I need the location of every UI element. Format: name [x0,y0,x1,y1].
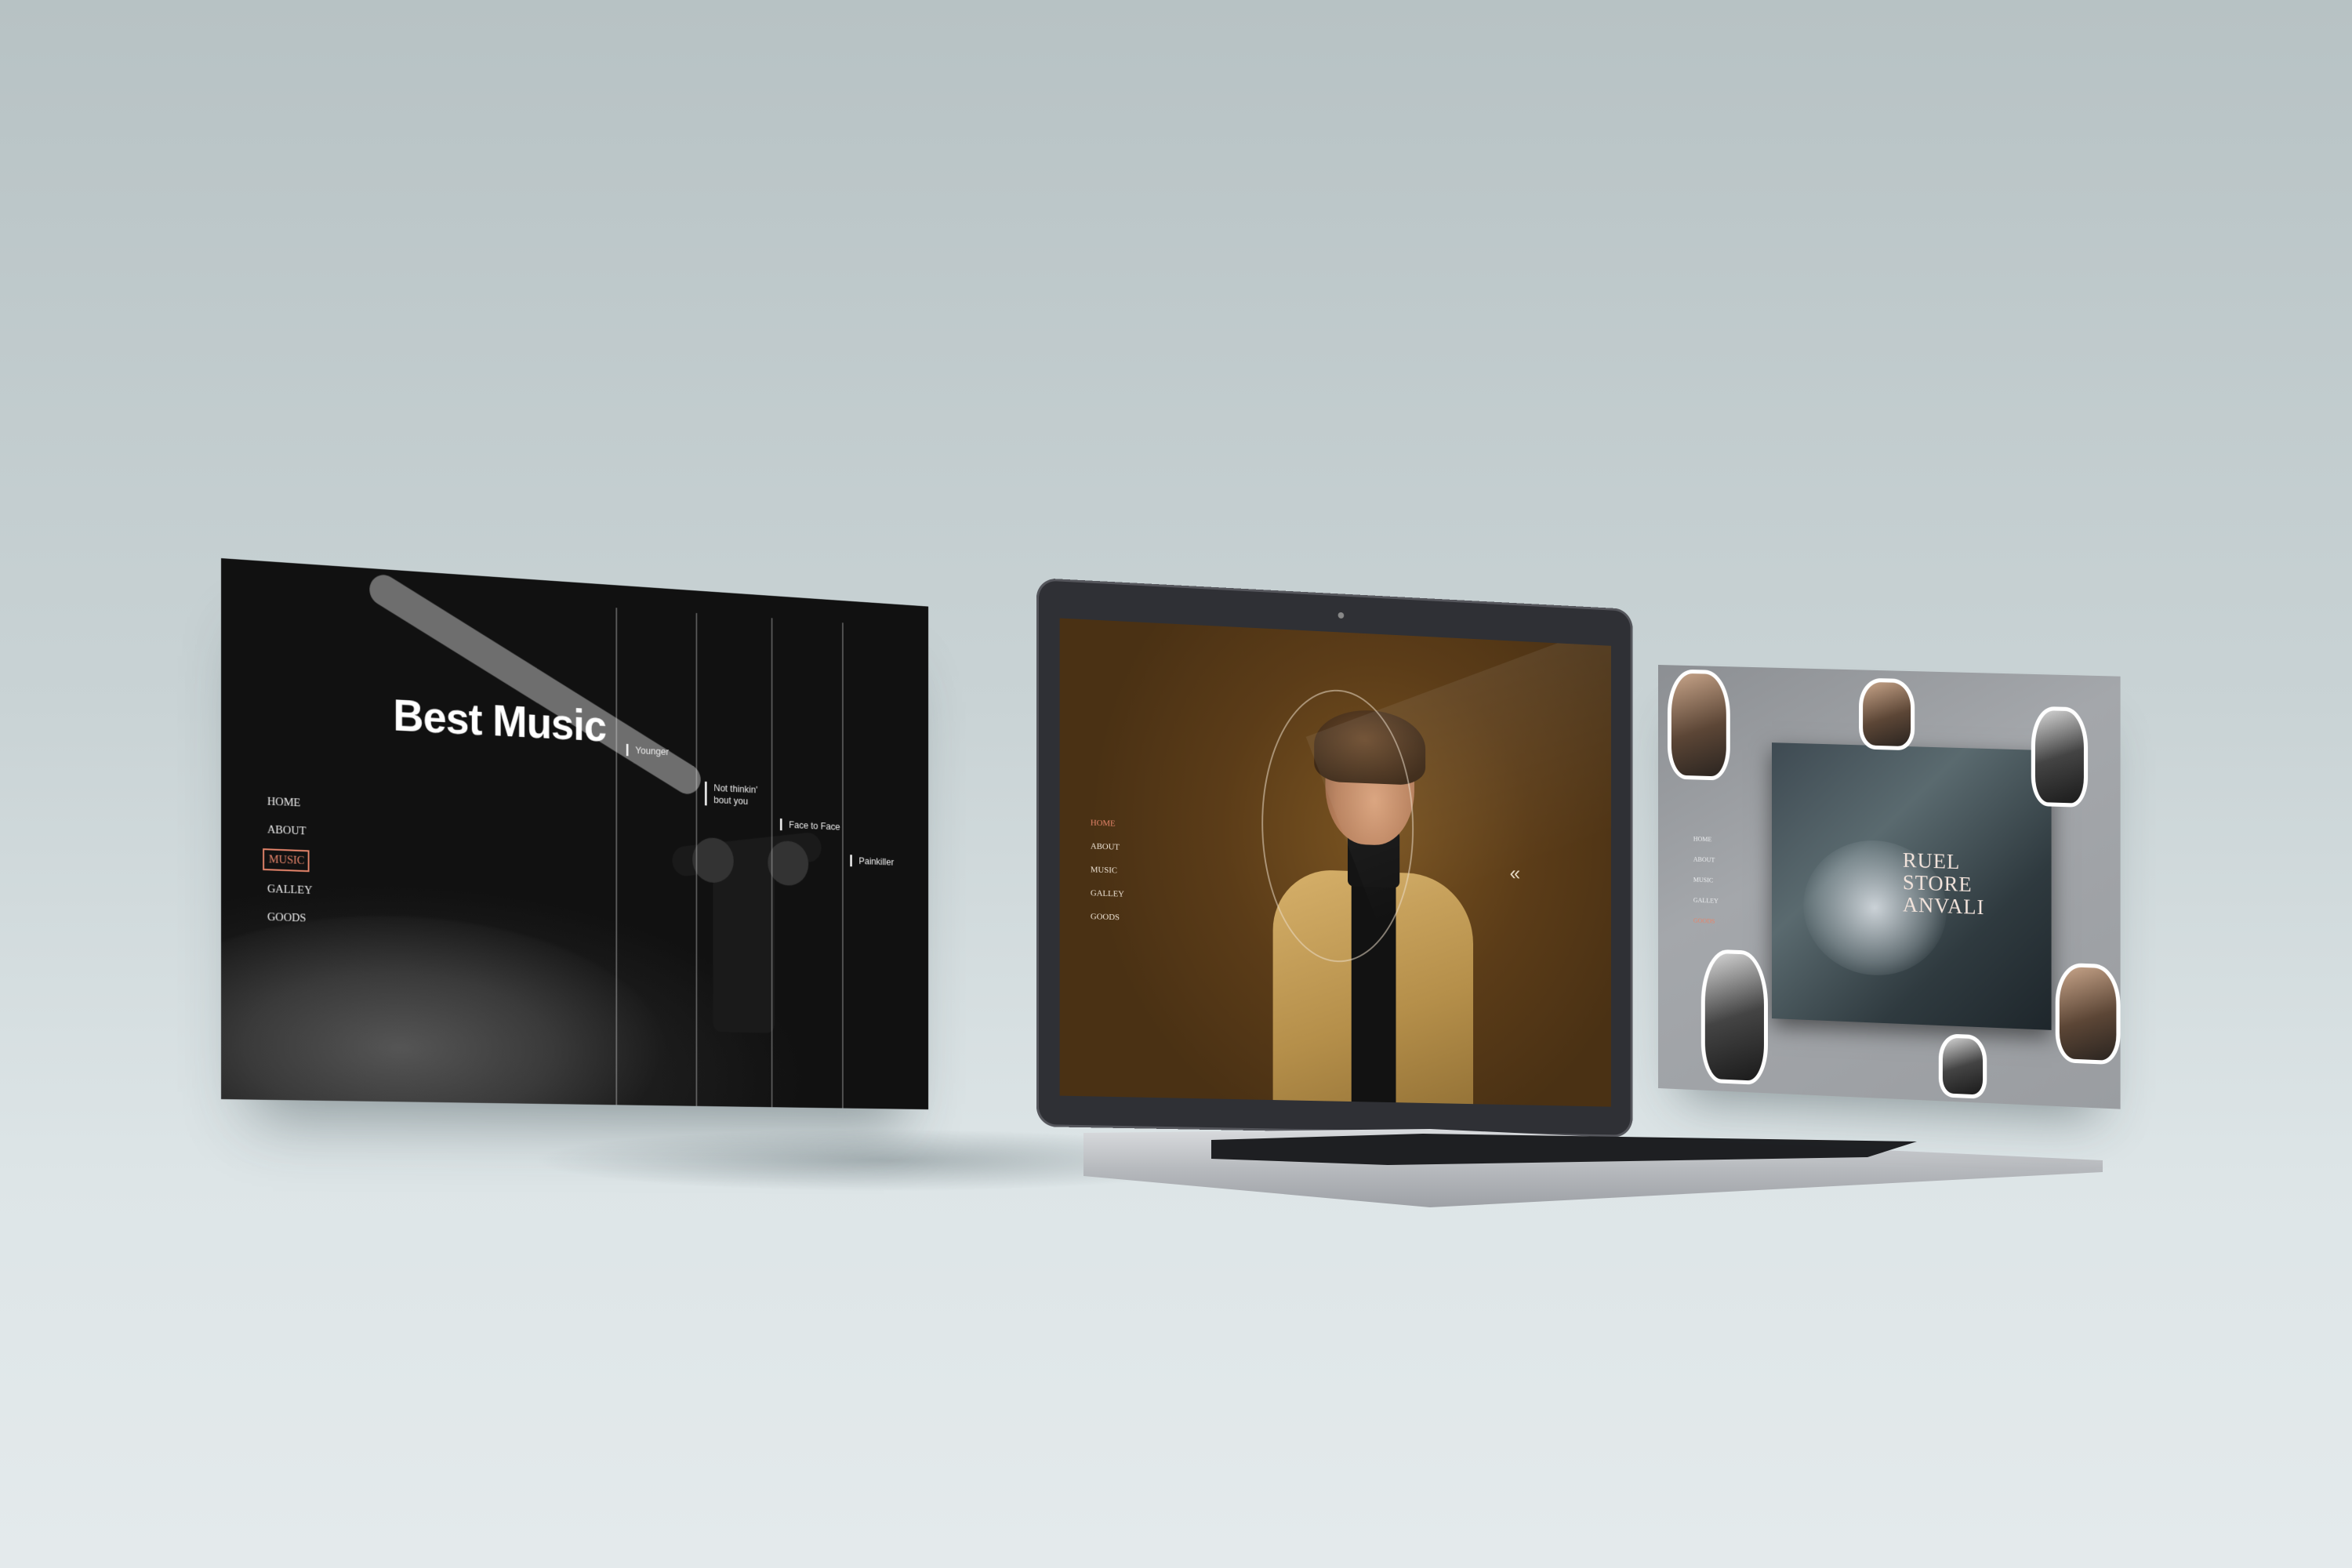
nav-item-home[interactable]: HOME [263,787,312,818]
laptop-lid: HOME ABOUT MUSIC GALLEY GOODS « [1036,578,1633,1138]
store-banner[interactable]: RUEL STORE ANVALI [1771,742,2052,1030]
artist-sticker [2031,706,2089,808]
turntable-photo [221,558,929,1110]
artist-sticker [1667,669,1730,781]
laptop-nav: HOME ABOUT MUSIC GALLEY GOODS [1091,811,1124,930]
camera-icon [1338,612,1345,619]
song-not-thinkin[interactable]: Not thinkin' bout you [704,781,758,808]
nav-item-music[interactable]: MUSIC [1091,858,1124,882]
artist-sticker [1859,677,1915,751]
nav-item-goods[interactable]: GOODS [1091,905,1124,929]
nav-item-about[interactable]: ABOUT [263,815,312,845]
nav-item-about[interactable]: ABOUT [1091,835,1124,859]
store-nav: HOME ABOUT MUSIC GALLEY GOODS [1693,829,1719,931]
artist-sticker [1938,1033,1987,1099]
nav-item-galley[interactable]: GALLEY [1693,891,1719,912]
nav-item-music[interactable]: MUSIC [263,848,310,873]
divider-line [615,608,618,1105]
song-younger[interactable]: Younger [626,743,670,758]
nav-item-galley[interactable]: GALLEY [1091,881,1124,906]
divider-line [695,612,698,1106]
nav-item-about[interactable]: ABOUT [1693,850,1719,871]
laptop-screen: HOME ABOUT MUSIC GALLEY GOODS « [1059,618,1611,1107]
store-title-line: ANVALI [1902,893,1985,920]
artist-sticker [2055,962,2121,1065]
nav-item-music[interactable]: MUSIC [1693,870,1719,891]
nav-item-goods[interactable]: GOODS [1693,911,1719,932]
left-nav: HOME ABOUT MUSIC GALLEY GOODS [263,787,312,932]
left-floating-screen: Best Music HOME ABOUT MUSIC GALLEY GOODS… [221,558,929,1110]
divider-line [771,618,773,1108]
store-title: RUEL STORE ANVALI [1902,848,1985,920]
divider-line [842,622,844,1109]
song-line-2: bout you [713,793,749,807]
nav-item-home[interactable]: HOME [1693,829,1719,850]
song-painkiller[interactable]: Painkiller [850,855,895,869]
right-floating-screen: RUEL STORE ANVALI HOME ABOUT MUSIC GALLE… [1658,665,2121,1109]
nav-item-goods[interactable]: GOODS [263,903,312,933]
nav-item-galley[interactable]: GALLEY [263,875,312,905]
nav-item-home[interactable]: HOME [1091,811,1124,836]
song-line-1: Not thinkin' [713,782,758,796]
artist-sticker [1700,949,1768,1086]
